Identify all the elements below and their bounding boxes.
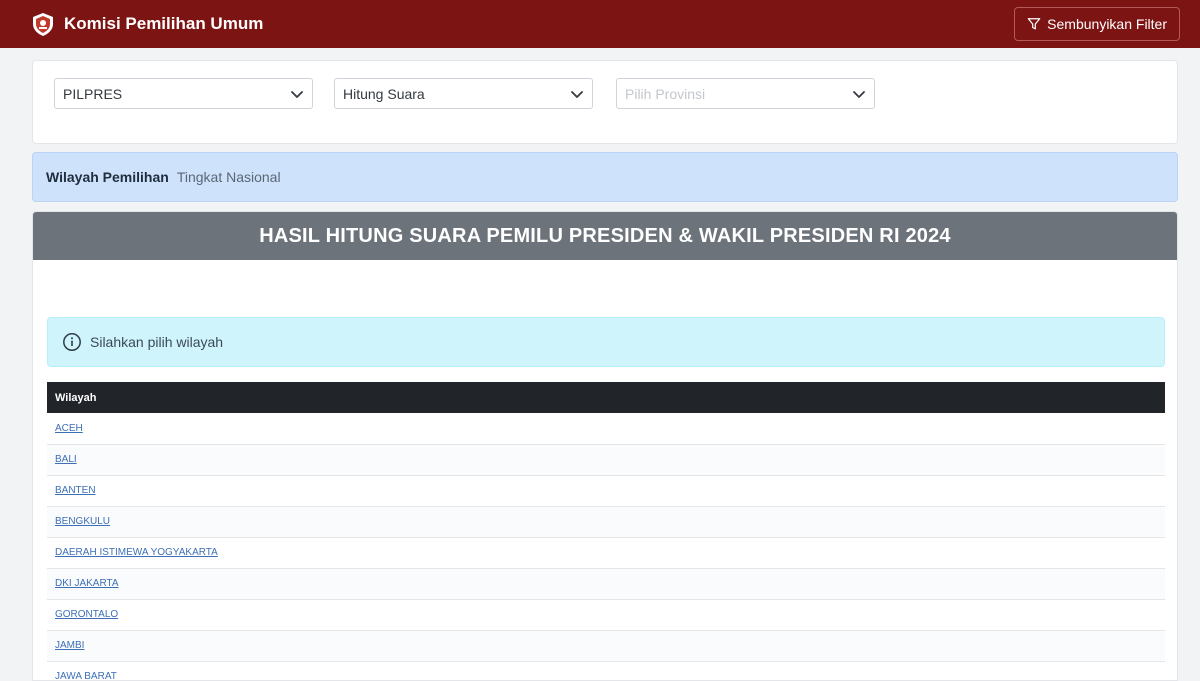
table-header-row: Wilayah	[47, 382, 1165, 413]
election-type-select[interactable]: PILPRES	[54, 78, 313, 109]
region-link[interactable]: BALI	[55, 454, 77, 465]
region-link[interactable]: GORONTALO	[55, 609, 118, 620]
brand-title: Komisi Pemilihan Umum	[64, 14, 264, 33]
table-row: BENGKULU	[47, 506, 1165, 538]
region-table: Wilayah ACEH BALI BANTEN BENGKULU DAERAH…	[47, 382, 1165, 680]
info-alert: Silahkan pilih wilayah	[47, 317, 1165, 367]
results-card: HASIL HITUNG SUARA PEMILU PRESIDEN & WAK…	[32, 211, 1178, 681]
province-placeholder: Pilih Provinsi	[625, 85, 706, 102]
info-alert-text: Silahkan pilih wilayah	[90, 334, 224, 350]
table-row: ACEH	[47, 413, 1165, 445]
table-row: BALI	[47, 444, 1165, 476]
hide-filter-button[interactable]: Sembunyikan Filter	[1014, 7, 1180, 41]
table-row: DKI JAKARTA	[47, 568, 1165, 600]
table-row: BANTEN	[47, 475, 1165, 507]
region-link[interactable]: DAERAH ISTIMEWA YOGYAKARTA	[55, 547, 218, 558]
region-link[interactable]: JAWA BARAT	[55, 671, 117, 680]
region-value: Tingkat Nasional	[176, 169, 281, 185]
info-icon	[63, 333, 81, 351]
count-type-value: Hitung Suara	[343, 85, 425, 102]
chevron-down-icon	[291, 91, 303, 98]
chevron-down-icon	[853, 91, 865, 98]
election-type-value: PILPRES	[63, 85, 123, 102]
table-row: DAERAH ISTIMEWA YOGYAKARTA	[47, 537, 1165, 569]
region-breadcrumb: Wilayah Pemilihan Tingkat Nasional	[32, 152, 1178, 202]
kpu-logo-icon	[33, 13, 53, 36]
hide-filter-label: Sembunyikan Filter	[1047, 16, 1167, 32]
count-type-select[interactable]: Hitung Suara	[334, 78, 593, 109]
results-title: HASIL HITUNG SUARA PEMILU PRESIDEN & WAK…	[33, 212, 1177, 260]
table-row: GORONTALO	[47, 599, 1165, 631]
chevron-down-icon	[571, 91, 583, 98]
region-link[interactable]: JAMBI	[55, 640, 84, 651]
region-label: Wilayah Pemilihan	[46, 169, 169, 185]
table-header-wilayah: Wilayah	[47, 382, 1165, 413]
table-row: JAMBI	[47, 630, 1165, 662]
filter-panel: PILPRES Hitung Suara Pilih Provinsi	[32, 60, 1178, 144]
table-row: JAWA BARAT	[47, 661, 1165, 680]
region-link[interactable]: BENGKULU	[55, 516, 110, 527]
province-select[interactable]: Pilih Provinsi	[616, 78, 875, 109]
top-navbar: Komisi Pemilihan Umum Sembunyikan Filter	[0, 0, 1200, 48]
region-link[interactable]: DKI JAKARTA	[55, 578, 119, 589]
region-link[interactable]: BANTEN	[55, 485, 96, 496]
filter-icon	[1027, 18, 1041, 30]
brand[interactable]: Komisi Pemilihan Umum	[30, 11, 263, 37]
region-link[interactable]: ACEH	[55, 423, 83, 434]
